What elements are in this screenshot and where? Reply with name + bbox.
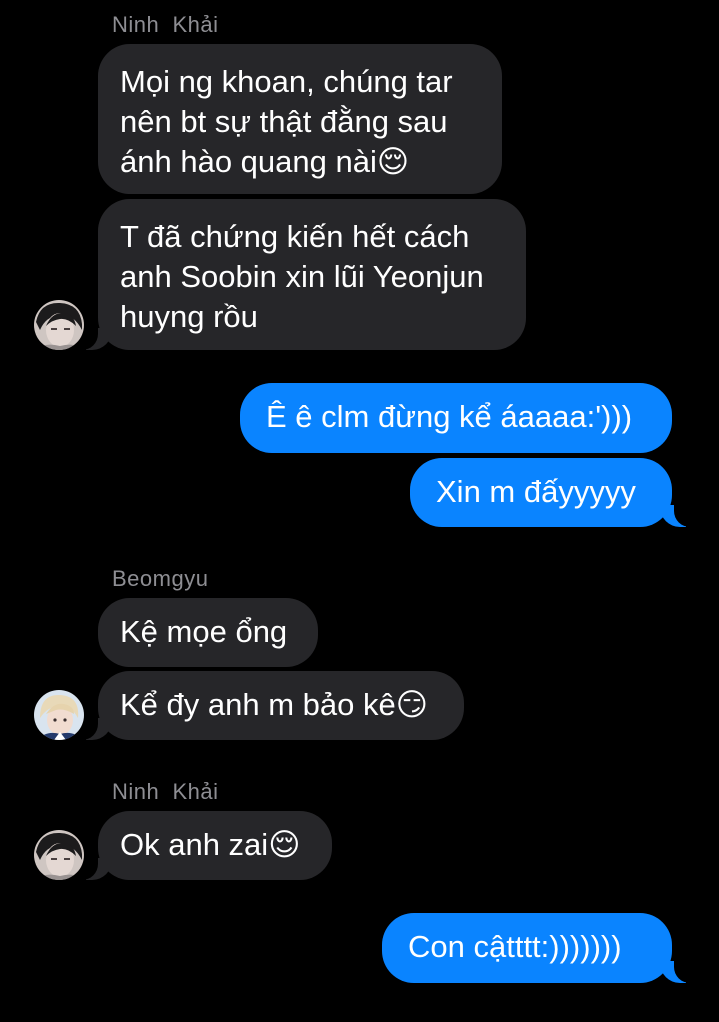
incoming-message[interactable]: Mọi ng khoan, chúng tar nên bt sự thật đ… xyxy=(98,44,502,194)
outgoing-message[interactable]: Xin m đấyyyyy xyxy=(410,458,672,527)
avatar[interactable] xyxy=(34,690,84,740)
bubble-tail xyxy=(72,856,112,880)
person-avatar-icon xyxy=(34,690,84,740)
sender-name: Beomgyu xyxy=(112,566,209,591)
avatar[interactable] xyxy=(34,830,84,880)
sender-name: Ninh Khải xyxy=(112,12,219,37)
incoming-message[interactable]: Ok anh zai😌 xyxy=(98,811,332,880)
outgoing-message[interactable]: Ê ê clm đừng kể áaaaa:'))) xyxy=(240,383,672,453)
incoming-message[interactable]: Kể đy anh m bảo kê😏 xyxy=(98,671,464,740)
person-avatar-icon xyxy=(34,300,84,350)
sender-name: Ninh Khải xyxy=(112,779,219,804)
outgoing-message[interactable]: Con cậtttt:))))))) xyxy=(382,913,672,983)
bubble-tail xyxy=(660,503,700,527)
person-avatar-icon xyxy=(34,830,84,880)
incoming-message[interactable]: T đã chứng kiến hết cách anh Soobin xin … xyxy=(98,199,526,350)
incoming-message[interactable]: Kệ mọe ổng xyxy=(98,598,318,667)
avatar[interactable] xyxy=(34,300,84,350)
bubble-tail xyxy=(72,326,112,350)
bubble-tail xyxy=(72,716,112,740)
bubble-tail xyxy=(660,959,700,983)
